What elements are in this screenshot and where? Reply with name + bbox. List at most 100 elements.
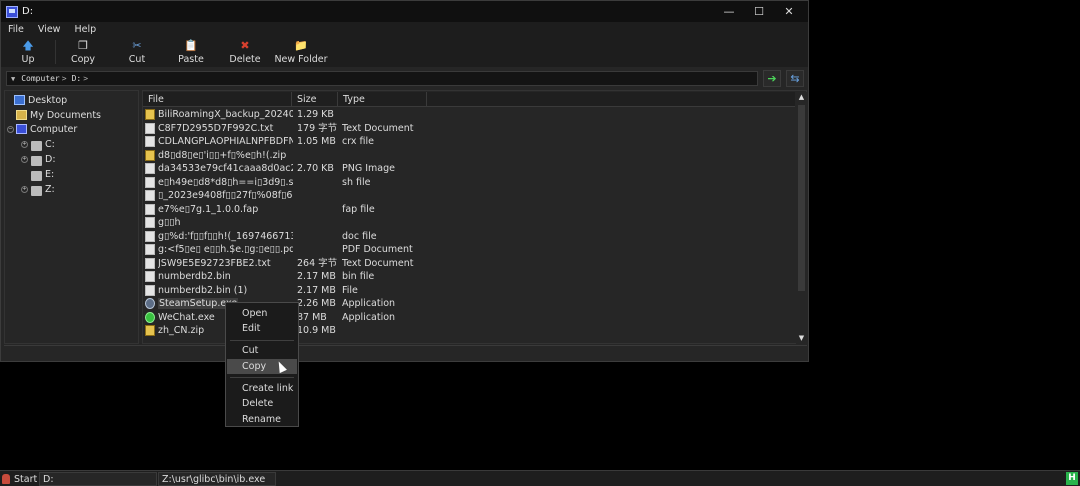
file-row[interactable]: g:<f5▯e▯ e▯▯h.$e.▯g:▯e▯▯.pdf PDF Document [143, 243, 795, 257]
file-name: numberdb2.bin [158, 270, 293, 284]
tree-item-label: My Documents [30, 109, 102, 121]
toolbar-label: Copy [70, 53, 96, 65]
tray-app-icon[interactable]: H [1066, 472, 1078, 485]
taskbar: Start D: Z:\usr\glibc\bin\ib.exe H [0, 470, 1080, 486]
close-button[interactable]: ✕ [774, 1, 804, 22]
cut-button[interactable]: ✂ Cut [110, 37, 164, 67]
taskbar-item-explorer[interactable]: D: [39, 472, 157, 486]
file-size [297, 189, 341, 203]
menu-help[interactable]: Help [67, 24, 103, 35]
tree-item-drive-z[interactable]: Z: [31, 182, 55, 196]
file-name-text: d8▯d8▯e▯'i▯▯+f▯%e▯h!(.zip [158, 149, 287, 161]
context-menu-create-link[interactable]: Create link [227, 381, 297, 396]
file-row[interactable]: da34533e79cf41caaa8d0ac20f... 2.70 KB PNG … [143, 162, 795, 176]
file-name-text: C8F7D2955D7F992C.txt [158, 122, 274, 134]
file-row[interactable]: BiliRoamingX_backup_202404... 1.29 KB [143, 108, 795, 122]
file-icon [145, 257, 155, 269]
expand-icon[interactable]: + [21, 156, 28, 163]
address-bar[interactable]: ▼ Computer > D: > [6, 71, 758, 86]
minimize-button[interactable]: — [714, 1, 744, 22]
file-type: PNG Image [342, 163, 395, 174]
start-button[interactable]: Start [2, 472, 38, 486]
column-header-file[interactable]: File [143, 92, 292, 107]
up-button[interactable]: 🡅 Up [1, 37, 55, 67]
title-bar[interactable]: D: — ☐ ✕ [1, 1, 808, 22]
file-row[interactable]: JSW9E5E92723FBE2.txt 264 字节 Text Document [143, 257, 795, 271]
go-arrow-icon[interactable]: ➔ [763, 70, 781, 87]
chevron-down-icon[interactable]: ▼ [7, 75, 19, 83]
vertical-scrollbar[interactable]: ▲ ▼ [796, 92, 807, 344]
file-name-text: g▯%d:'f▯▯f▯▯h!(_1697466713... [158, 230, 293, 242]
folder-tree: Desktop My Documents − Computer + C: + D… [4, 90, 139, 344]
tree-item-label: D: [45, 153, 56, 165]
expand-icon[interactable]: + [21, 186, 28, 193]
file-row[interactable]: numberdb2.bin (1) 2.17 MB File [143, 284, 795, 298]
new-folder-button[interactable]: 📁 New Folder [272, 37, 330, 67]
file-type: File [342, 284, 358, 296]
file-size: 87 MB [297, 311, 327, 323]
context-menu-delete[interactable]: Delete [227, 396, 297, 411]
file-type: bin file [342, 271, 375, 282]
file-row[interactable]: numberdb2.bin 2.17 MB bin file [143, 270, 795, 284]
file-name: g:<f5▯e▯ e▯▯h.$e.▯g:▯e▯▯.pdf [158, 243, 293, 257]
file-name: ▯_2023e9408f▯▯27f▯%08f▯6... [158, 189, 293, 203]
tree-item-drive-d[interactable]: D: [31, 152, 56, 166]
explorer-window: D: — ☐ ✕ File View Help 🡅 Up ❐ Copy ✂ Cut 📋 Pas… [0, 0, 809, 362]
file-size: 1.05 MB [297, 136, 336, 147]
drive-icon [31, 155, 42, 166]
tree-item-drive-c[interactable]: C: [31, 137, 55, 151]
file-row[interactable]: g▯%d:'f▯▯f▯▯h!(_1697466713... doc file [143, 230, 795, 244]
refresh-icon[interactable]: ⇆ [786, 70, 804, 87]
file-row[interactable]: d8▯d8▯e▯'i▯▯+f▯%e▯h!(.zip [143, 149, 795, 163]
breadcrumb-d-drive[interactable]: D: [70, 74, 84, 83]
maximize-button[interactable]: ☐ [744, 1, 774, 22]
file-row[interactable]: e▯h49e▯d8*d8▯h==i▯3d9▯.sh sh file [143, 176, 795, 190]
chevron-right-icon[interactable]: > [62, 74, 70, 83]
context-menu-open[interactable]: Open [227, 306, 297, 321]
file-type: PDF Document [342, 244, 413, 255]
file-type: Application [342, 298, 396, 309]
file-row[interactable]: C8F7D2955D7F992C.txt 179 字节 Text Document [143, 122, 795, 136]
chevron-right-icon[interactable]: > [83, 74, 91, 83]
scroll-thumb[interactable] [798, 105, 805, 291]
context-menu-copy[interactable]: Copy [227, 359, 297, 374]
scissors-icon: ✂ [132, 38, 142, 52]
file-row[interactable]: CDLANGPLAOPHIALNPFBDFN... 1.05 MB crx file [143, 135, 795, 149]
column-header-size[interactable]: Size [292, 92, 338, 107]
toolbar-label: Delete [229, 53, 261, 65]
steam-icon [145, 298, 155, 309]
paste-button[interactable]: 📋 Paste [164, 37, 218, 67]
expand-icon[interactable]: + [21, 141, 28, 148]
collapse-icon[interactable]: − [7, 126, 14, 133]
menu-divider [230, 377, 294, 378]
file-size: 2.17 MB [297, 284, 336, 296]
tree-item-desktop[interactable]: Desktop [14, 93, 67, 107]
context-menu-rename[interactable]: Rename [227, 412, 297, 427]
file-row[interactable]: e7%e▯7g.1_1.0.0.fap fap file [143, 203, 795, 217]
tree-item-computer[interactable]: Computer [16, 122, 77, 136]
scroll-down-icon[interactable]: ▼ [796, 333, 807, 344]
start-label: Start [14, 473, 38, 485]
menu-file[interactable]: File [1, 24, 31, 35]
file-icon [145, 217, 155, 228]
tree-item-my-documents[interactable]: My Documents [16, 108, 101, 122]
copy-button[interactable]: ❐ Copy [56, 37, 110, 67]
toolbar-label: Up [21, 53, 35, 65]
tree-item-drive-e[interactable]: E: [31, 167, 54, 181]
file-name-text: JSW9E5E92723FBE2.txt [158, 257, 271, 269]
column-header-type[interactable]: Type [338, 92, 427, 107]
menu-view[interactable]: View [31, 24, 68, 35]
scroll-up-icon[interactable]: ▲ [796, 92, 807, 103]
file-row[interactable]: g▯▯h [143, 216, 795, 230]
taskbar-item-ib[interactable]: Z:\usr\glibc\bin\ib.exe [158, 472, 276, 486]
context-menu-edit[interactable]: Edit [227, 321, 297, 336]
context-menu: Open Edit Cut Copy Create link Delete Re… [225, 302, 299, 427]
new-folder-icon: 📁 [294, 38, 308, 52]
file-size [297, 203, 341, 217]
delete-button[interactable]: ✖ Delete [218, 37, 272, 67]
context-menu-cut[interactable]: Cut [227, 343, 297, 358]
breadcrumb-computer[interactable]: Computer [19, 74, 62, 83]
file-size [297, 230, 341, 244]
file-type [342, 216, 452, 230]
file-row[interactable]: ▯_2023e9408f▯▯27f▯%08f▯6... [143, 189, 795, 203]
